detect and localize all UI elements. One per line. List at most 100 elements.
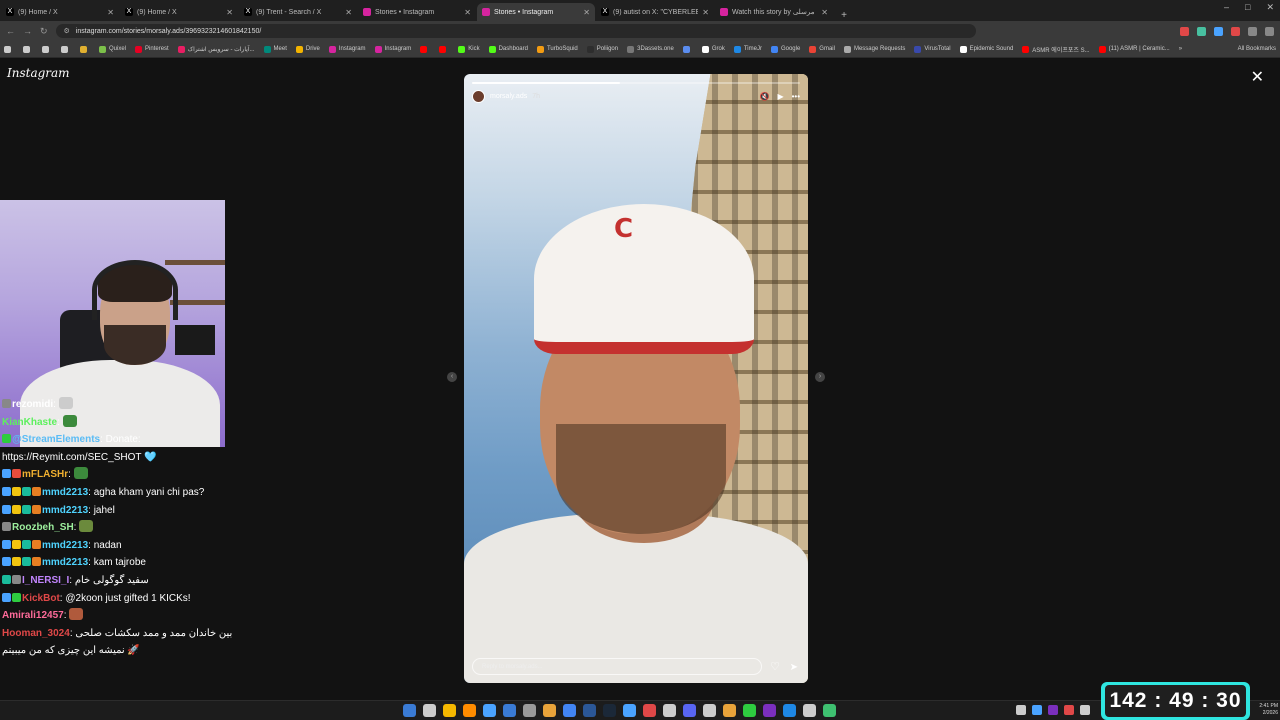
extension-icon[interactable] — [1231, 26, 1240, 36]
chat-username[interactable]: I_NERSI_I — [22, 575, 69, 586]
bookmark-item[interactable] — [80, 45, 90, 53]
chat-username[interactable]: Amirali12457 — [2, 610, 64, 621]
bookmark-item[interactable]: TurboSquid — [536, 45, 578, 53]
taskbar-clock[interactable]: 2:41 PM 2/2026 — [1259, 703, 1278, 717]
chat-username[interactable]: mmd2213 — [42, 487, 88, 498]
close-icon[interactable]: ✕ — [1251, 67, 1264, 87]
chat-username[interactable]: KianKhaste — [2, 417, 57, 428]
bookmark-item[interactable]: Kick — [458, 45, 480, 53]
tray-icon[interactable] — [1016, 705, 1026, 715]
next-story-icon[interactable]: › — [815, 372, 825, 382]
site-info-icon[interactable]: ⚙ — [64, 27, 70, 35]
reply-input[interactable]: Reply to morsaly.ads... — [472, 658, 762, 675]
bookmark-item[interactable]: Meet — [263, 45, 287, 53]
bookmark-item[interactable]: Gmail — [809, 45, 835, 53]
bookmark-item[interactable]: Google — [770, 45, 800, 53]
taskbar-app-icon[interactable] — [703, 704, 716, 717]
taskbar-app-icon[interactable] — [603, 704, 616, 717]
taskbar-app-icon[interactable] — [483, 704, 496, 717]
instagram-logo[interactable]: Instagram — [7, 66, 70, 80]
taskbar-app-icon[interactable] — [403, 704, 416, 717]
taskbar-app-icon[interactable] — [823, 704, 836, 717]
extension-icon[interactable] — [1180, 26, 1189, 36]
bookmark-item[interactable] — [682, 45, 693, 53]
bookmark-item[interactable]: TimeJr — [733, 45, 762, 53]
tab-close-icon[interactable]: ✕ — [464, 8, 471, 17]
all-bookmarks-button[interactable]: All Bookmarks — [1238, 46, 1276, 52]
taskbar-app-icon[interactable] — [583, 704, 596, 717]
profile-icon[interactable] — [1265, 26, 1274, 36]
bookmark-item[interactable]: 3Dassets.one — [627, 45, 674, 53]
tab-close-icon[interactable]: ✕ — [107, 8, 114, 17]
tray-icon[interactable] — [1080, 705, 1090, 715]
send-icon[interactable]: ➤ — [790, 662, 798, 673]
taskbar-app-icon[interactable] — [623, 704, 636, 717]
browser-tab[interactable]: Stories • Instagram ✕ — [358, 3, 476, 21]
chat-username[interactable]: mmd2213 — [42, 557, 88, 568]
chat-username[interactable]: mmd2213 — [42, 505, 88, 516]
tray-icon[interactable] — [1064, 705, 1074, 715]
chat-username[interactable]: mmd2213 — [42, 540, 88, 551]
extension-icon[interactable] — [1197, 26, 1206, 36]
bookmark-item[interactable] — [420, 45, 430, 53]
new-tab-button[interactable]: + — [837, 10, 851, 21]
taskbar-app-icon[interactable] — [423, 704, 436, 717]
bookmark-item[interactable]: (11) ASMR | Ceramic... — [1098, 45, 1170, 53]
taskbar-app-icon[interactable] — [523, 704, 536, 717]
bookmark-item[interactable]: Message Requests — [843, 45, 905, 53]
forward-icon[interactable]: → — [23, 26, 32, 36]
story-frame[interactable]: C morsaly.ads 7h 🔇 ▶ ••• Reply to morsal… — [464, 74, 808, 683]
bookmark-item[interactable]: Dashboard — [488, 45, 528, 53]
story-username[interactable]: morsaly.ads — [490, 93, 527, 100]
browser-tab[interactable]: X (9) Home / X ✕ — [120, 3, 238, 21]
taskbar-app-icon[interactable] — [503, 704, 516, 717]
tab-close-icon[interactable]: ✕ — [345, 8, 352, 17]
tab-close-icon[interactable]: ✕ — [226, 8, 233, 17]
reload-icon[interactable]: ↻ — [40, 26, 48, 37]
minimize-button[interactable]: – — [1224, 2, 1229, 13]
bookmark-item[interactable]: Pinterest — [135, 45, 169, 53]
taskbar-app-icon[interactable] — [463, 704, 476, 717]
taskbar-app-icon[interactable] — [563, 704, 576, 717]
bookmark-item[interactable]: Epidemic Sound — [959, 45, 1013, 53]
bookmark-item[interactable] — [439, 45, 449, 53]
taskbar-app-icon[interactable] — [443, 704, 456, 717]
taskbar-app-icon[interactable] — [803, 704, 816, 717]
chat-username[interactable]: KickBot — [22, 593, 60, 604]
bookmark-item[interactable]: Drive — [295, 45, 320, 53]
taskbar-app-icon[interactable] — [723, 704, 736, 717]
bookmark-item[interactable]: Grok — [701, 45, 725, 53]
tray-icon[interactable] — [1032, 705, 1042, 715]
extension-icon[interactable] — [1214, 26, 1223, 36]
tab-close-icon[interactable]: ✕ — [702, 8, 709, 17]
maximize-button[interactable]: □ — [1245, 2, 1250, 13]
more-options-icon[interactable]: ••• — [792, 92, 800, 101]
browser-tab[interactable]: X (9) Trent - Search / X ✕ — [239, 3, 357, 21]
bookmark-item[interactable]: VirusTotal — [914, 45, 951, 53]
more-bookmarks-icon[interactable]: » — [1179, 46, 1182, 52]
taskbar-app-icon[interactable] — [763, 704, 776, 717]
puzzle-icon[interactable] — [1248, 26, 1257, 36]
tab-close-icon[interactable]: ✕ — [821, 8, 828, 17]
chat-username[interactable]: rezomidi — [12, 399, 53, 410]
bookmark-item[interactable] — [4, 45, 14, 53]
browser-tab[interactable]: Watch this story by رضا مرسلی ✕ — [715, 3, 833, 21]
bookmark-item[interactable]: ASMR 에이프포즈 S... — [1022, 45, 1090, 54]
chat-username[interactable]: @StreamElements — [12, 434, 100, 445]
bookmark-item[interactable] — [23, 45, 33, 53]
bookmark-item[interactable]: آپارات - سرویس اشتراک... — [177, 45, 255, 53]
bookmark-item[interactable]: Quixel — [99, 45, 126, 53]
browser-tab[interactable]: X (9) Home / X ✕ — [1, 3, 119, 21]
back-icon[interactable]: ← — [6, 26, 15, 36]
like-icon[interactable]: ♡ — [770, 660, 780, 673]
mute-icon[interactable]: 🔇 — [759, 92, 769, 101]
taskbar-app-icon[interactable] — [683, 704, 696, 717]
browser-tab[interactable]: X (9) autist on X: "CYBERLEEK GT...✕ — [596, 3, 714, 21]
tab-close-icon[interactable]: ✕ — [583, 8, 590, 17]
taskbar-app-icon[interactable] — [663, 704, 676, 717]
chat-username[interactable]: Hooman_3024 — [2, 628, 70, 639]
tray-icon[interactable] — [1048, 705, 1058, 715]
chat-username[interactable]: mFLASHr — [22, 469, 68, 480]
taskbar-app-icon[interactable] — [643, 704, 656, 717]
bookmark-item[interactable] — [42, 45, 52, 53]
